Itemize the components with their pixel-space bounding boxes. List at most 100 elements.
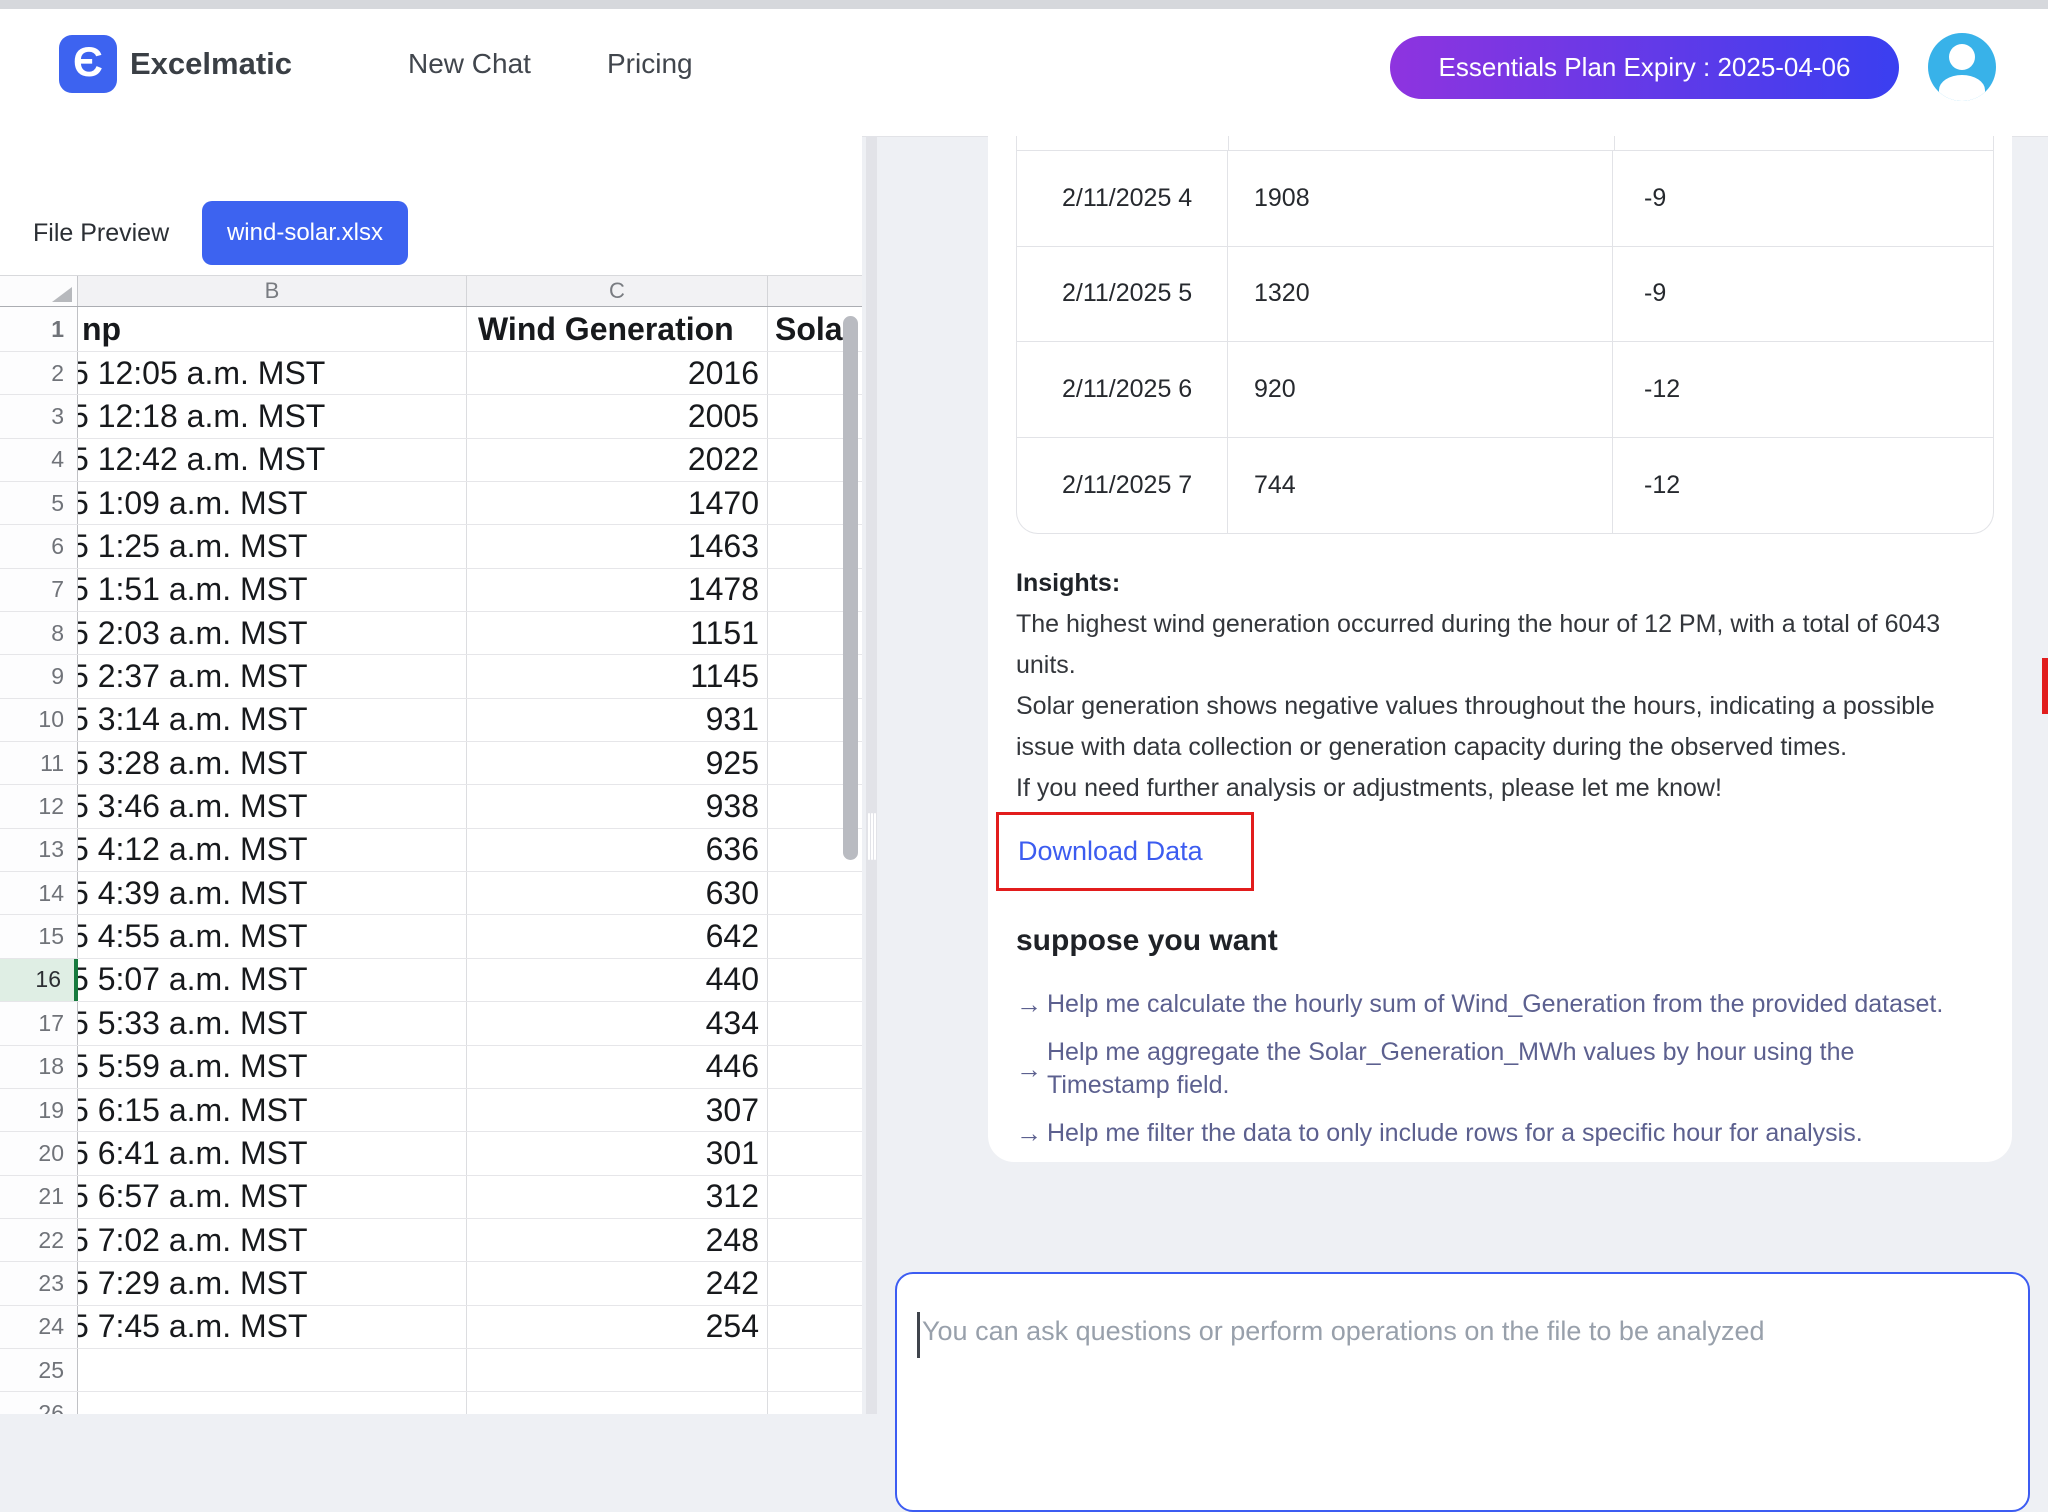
sheet-cell-wind[interactable]: 248 bbox=[467, 1219, 768, 1261]
row-number[interactable]: 21 bbox=[0, 1176, 78, 1218]
row-number[interactable]: 2 bbox=[0, 352, 78, 394]
sheet-cell-timestamp[interactable]: 5 2:03 a.m. MST bbox=[78, 612, 467, 654]
suggestion-item[interactable]: →Help me calculate the hourly sum of Win… bbox=[1016, 988, 2001, 1021]
chat-input[interactable] bbox=[920, 1314, 2004, 1478]
row-number[interactable]: 19 bbox=[0, 1089, 78, 1131]
row-number[interactable]: 3 bbox=[0, 395, 78, 437]
row-number[interactable]: 16 bbox=[0, 959, 78, 1001]
sheet-cell-timestamp[interactable]: 5 12:42 a.m. MST bbox=[78, 439, 467, 481]
sheet-cell-wind[interactable]: 2005 bbox=[467, 395, 768, 437]
row-number[interactable]: 6 bbox=[0, 525, 78, 567]
sheet-cell-wind[interactable] bbox=[467, 1349, 768, 1391]
sheet-cell-timestamp[interactable]: 5 3:46 a.m. MST bbox=[78, 785, 467, 827]
sheet-cell-timestamp[interactable]: 5 4:12 a.m. MST bbox=[78, 829, 467, 871]
suggestion-item[interactable]: →Help me aggregate the Solar_Generation_… bbox=[1016, 1036, 2001, 1102]
sheet-cell-timestamp[interactable]: 5 5:59 a.m. MST bbox=[78, 1046, 467, 1088]
row-number[interactable]: 1 bbox=[0, 307, 78, 351]
row-number[interactable]: 26 bbox=[0, 1392, 78, 1414]
sheet-cell-timestamp[interactable]: 5 4:39 a.m. MST bbox=[78, 872, 467, 914]
row-number[interactable]: 12 bbox=[0, 785, 78, 827]
nav-new-chat[interactable]: New Chat bbox=[408, 49, 531, 79]
sheet-cell-solar[interactable] bbox=[768, 915, 862, 957]
row-number[interactable]: 14 bbox=[0, 872, 78, 914]
row-number[interactable]: 20 bbox=[0, 1132, 78, 1174]
sheet-cell-timestamp[interactable]: 5 3:14 a.m. MST bbox=[78, 699, 467, 741]
row-number[interactable]: 8 bbox=[0, 612, 78, 654]
sheet-cell-solar[interactable] bbox=[768, 1132, 862, 1174]
row-number[interactable]: 23 bbox=[0, 1262, 78, 1304]
sheet-cell-wind[interactable]: 1470 bbox=[467, 482, 768, 524]
row-number[interactable]: 18 bbox=[0, 1046, 78, 1088]
sheet-cell-timestamp[interactable]: 5 5:07 a.m. MST bbox=[78, 959, 467, 1001]
row-number[interactable]: 11 bbox=[0, 742, 78, 784]
sheet-cell-timestamp[interactable]: 5 6:41 a.m. MST bbox=[78, 1132, 467, 1174]
divider-drag-handle-icon[interactable] bbox=[866, 813, 877, 860]
plan-expiry-button[interactable]: Essentials Plan Expiry : 2025-04-06 bbox=[1390, 36, 1899, 99]
sheet-cell-wind[interactable]: 242 bbox=[467, 1262, 768, 1304]
sheet-cell-wind[interactable] bbox=[467, 1392, 768, 1414]
sheet-cell-wind[interactable]: 1478 bbox=[467, 569, 768, 611]
sheet-cell-wind[interactable]: 931 bbox=[467, 699, 768, 741]
sheet-cell-solar[interactable] bbox=[768, 1002, 862, 1044]
sheet-cell-wind[interactable]: 642 bbox=[467, 915, 768, 957]
sheet-cell-wind[interactable]: 254 bbox=[467, 1306, 768, 1348]
sheet-cell-timestamp[interactable]: 5 6:15 a.m. MST bbox=[78, 1089, 467, 1131]
sheet-corner-cell[interactable] bbox=[0, 276, 78, 306]
sheet-cell-solar[interactable] bbox=[768, 1089, 862, 1131]
sheet-cell-wind[interactable]: 2016 bbox=[467, 352, 768, 394]
row-number[interactable]: 17 bbox=[0, 1002, 78, 1044]
suggestion-item[interactable]: →Help me filter the data to only include… bbox=[1016, 1117, 2001, 1150]
column-header-d[interactable] bbox=[768, 276, 862, 306]
sheet-cell-wind[interactable]: 301 bbox=[467, 1132, 768, 1174]
sheet-cell-timestamp[interactable]: 5 7:45 a.m. MST bbox=[78, 1306, 467, 1348]
sheet-cell-solar[interactable] bbox=[768, 872, 862, 914]
row-number[interactable]: 24 bbox=[0, 1306, 78, 1348]
column-header-c[interactable]: C bbox=[467, 276, 768, 306]
sheet-cell-timestamp[interactable]: 5 1:09 a.m. MST bbox=[78, 482, 467, 524]
row-number[interactable]: 10 bbox=[0, 699, 78, 741]
column-header-b[interactable]: B bbox=[78, 276, 467, 306]
sheet-cell-timestamp[interactable]: 5 12:05 a.m. MST bbox=[78, 352, 467, 394]
row-number[interactable]: 9 bbox=[0, 655, 78, 697]
sheet-cell-timestamp[interactable]: 5 7:02 a.m. MST bbox=[78, 1219, 467, 1261]
row-number[interactable]: 5 bbox=[0, 482, 78, 524]
sheet-cell-timestamp[interactable]: 5 12:18 a.m. MST bbox=[78, 395, 467, 437]
sheet-cell-timestamp[interactable] bbox=[78, 1349, 467, 1391]
sheet-cell-wind[interactable]: 312 bbox=[467, 1176, 768, 1218]
sheet-cell-wind[interactable]: 938 bbox=[467, 785, 768, 827]
sheet-cell-wind[interactable]: 307 bbox=[467, 1089, 768, 1131]
sheet-cell-wind[interactable]: 636 bbox=[467, 829, 768, 871]
user-avatar[interactable] bbox=[1928, 33, 1996, 101]
sheet-cell-wind[interactable]: 446 bbox=[467, 1046, 768, 1088]
sheet-cell-wind[interactable]: 2022 bbox=[467, 439, 768, 481]
sheet-cell-timestamp[interactable]: 5 3:28 a.m. MST bbox=[78, 742, 467, 784]
sheet-cell-wind[interactable]: 1145 bbox=[467, 655, 768, 697]
sheet-cell-timestamp[interactable] bbox=[78, 1392, 467, 1414]
row-number[interactable]: 22 bbox=[0, 1219, 78, 1261]
sheet-cell-wind[interactable]: 440 bbox=[467, 959, 768, 1001]
sheet-cell-wind[interactable]: Wind Generation bbox=[467, 307, 768, 351]
sheet-cell-solar[interactable] bbox=[768, 1349, 862, 1391]
sheet-cell-timestamp[interactable]: 5 5:33 a.m. MST bbox=[78, 1002, 467, 1044]
row-number[interactable]: 25 bbox=[0, 1349, 78, 1391]
sheet-vertical-scrollbar[interactable] bbox=[843, 316, 858, 860]
sheet-cell-solar[interactable] bbox=[768, 1219, 862, 1261]
sheet-cell-wind[interactable]: 630 bbox=[467, 872, 768, 914]
sheet-cell-wind[interactable]: 925 bbox=[467, 742, 768, 784]
sheet-cell-timestamp[interactable]: 5 4:55 a.m. MST bbox=[78, 915, 467, 957]
sheet-cell-solar[interactable] bbox=[768, 1392, 862, 1414]
row-number[interactable]: 15 bbox=[0, 915, 78, 957]
sheet-cell-timestamp[interactable]: 5 1:25 a.m. MST bbox=[78, 525, 467, 567]
sheet-cell-wind[interactable]: 1463 bbox=[467, 525, 768, 567]
sheet-cell-solar[interactable] bbox=[768, 959, 862, 1001]
sheet-cell-solar[interactable] bbox=[768, 1262, 862, 1304]
sheet-cell-timestamp[interactable]: 5 6:57 a.m. MST bbox=[78, 1176, 467, 1218]
sheet-cell-solar[interactable] bbox=[768, 1176, 862, 1218]
app-logo[interactable]: Є bbox=[59, 35, 117, 93]
row-number[interactable]: 4 bbox=[0, 439, 78, 481]
sheet-cell-wind[interactable]: 1151 bbox=[467, 612, 768, 654]
sheet-cell-wind[interactable]: 434 bbox=[467, 1002, 768, 1044]
sheet-cell-timestamp[interactable]: 5 1:51 a.m. MST bbox=[78, 569, 467, 611]
row-number[interactable]: 13 bbox=[0, 829, 78, 871]
sheet-cell-timestamp[interactable]: 5 7:29 a.m. MST bbox=[78, 1262, 467, 1304]
